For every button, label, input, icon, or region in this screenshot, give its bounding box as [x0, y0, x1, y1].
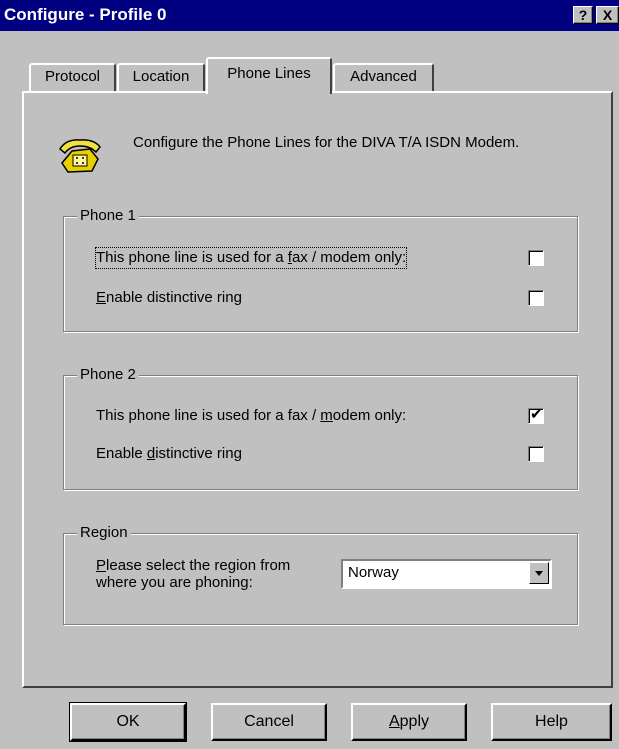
help-button[interactable]: Help — [491, 703, 612, 741]
title-bar[interactable]: Configure - Profile 0 ? X — [0, 0, 619, 31]
ok-button[interactable]: OK — [69, 702, 187, 742]
window-title: Configure - Profile 0 — [4, 5, 167, 24]
dialog-window: Configure - Profile 0 ? X Protocol Locat… — [0, 0, 619, 749]
apply-button[interactable]: Apply — [351, 703, 467, 741]
help-caption-button[interactable]: ? — [573, 6, 593, 24]
close-caption-button[interactable]: X — [596, 6, 619, 24]
tab-protocol[interactable]: Protocol — [29, 63, 116, 91]
tab-location[interactable]: Location — [117, 63, 205, 91]
tab-phone-lines[interactable]: Phone Lines — [206, 57, 332, 94]
tab-panel — [22, 91, 613, 688]
tab-advanced[interactable]: Advanced — [333, 63, 434, 91]
cancel-button[interactable]: Cancel — [211, 703, 327, 741]
telephone-icon — [59, 139, 101, 173]
intro-text: Configure the Phone Lines for the DIVA T… — [133, 134, 520, 151]
